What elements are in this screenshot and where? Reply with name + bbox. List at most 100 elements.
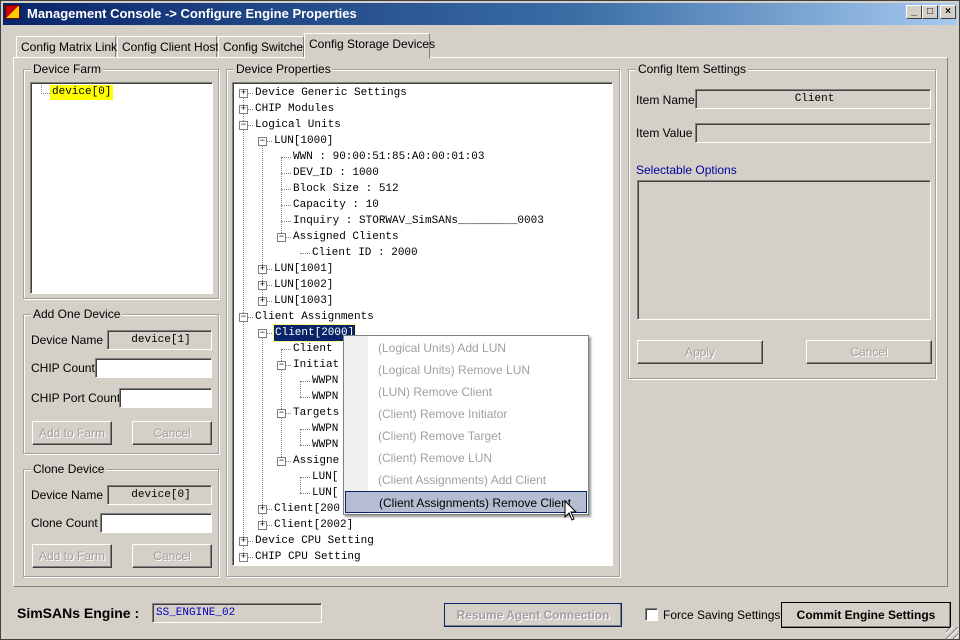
tree-node[interactable]: CHIP CPU Setting [255,549,361,565]
tree-node[interactable]: Capacity : 10 [293,197,379,213]
tree-node[interactable]: LUN[1000] [274,133,333,149]
app-icon[interactable] [5,5,20,19]
clone-count-input[interactable] [100,513,212,533]
tree-node[interactable]: WWPN [312,421,338,437]
device-farm-list[interactable]: device[0] [30,82,213,294]
tab-config-matrix-links[interactable]: Config Matrix Links [16,36,123,58]
item-name-label: Item Name [636,93,695,107]
collapse-icon[interactable]: − [258,329,267,338]
tree-node[interactable]: LUN[ [312,485,338,501]
selectable-options-label: Selectable Options [636,163,737,177]
tree-node[interactable]: Assigne [293,453,339,469]
tree-node[interactable]: LUN[1001] [274,261,333,277]
config-item-legend: Config Item Settings [636,62,749,76]
expand-icon[interactable]: + [239,553,248,562]
commit-engine-button[interactable]: Commit Engine Settings [781,602,951,628]
tree-node[interactable]: Client[2002] [274,517,353,533]
chip-count-label: CHIP Count [31,361,95,375]
expand-icon[interactable]: + [258,521,267,530]
tree-node[interactable]: LUN[1003] [274,293,333,309]
context-menu-item[interactable]: (Client Assignments) Add Client [345,469,587,491]
expand-icon[interactable]: + [258,297,267,306]
force-saving-checkbox[interactable] [645,608,658,621]
force-saving-label: Force Saving Settings [663,608,781,622]
tree-node[interactable]: WWPN [312,389,338,405]
context-menu-item[interactable]: (Logical Units) Add LUN [345,337,587,359]
tree-node[interactable]: Block Size : 512 [293,181,399,197]
add-device-cancel-button[interactable]: Cancel [132,421,212,445]
resume-agent-button[interactable]: Resume Agent Connection [444,603,622,627]
close-button[interactable]: × [940,5,956,19]
chip-port-count-input[interactable] [119,388,212,408]
tree-node[interactable]: Logical Units [255,117,341,133]
main-window: Management Console -> Configure Engine P… [0,0,960,640]
tree-node[interactable]: Inquiry : STORWAV_SimSANs_________0003 [293,213,544,229]
context-menu-item[interactable]: (Logical Units) Remove LUN [345,359,587,381]
engine-label: SimSANs Engine : [17,605,140,621]
context-menu-item[interactable]: (Client Assignments) Remove Client [345,491,587,513]
maximize-button[interactable]: □ [922,5,938,19]
tree-node[interactable]: Assigned Clients [293,229,399,245]
item-value-field[interactable] [695,123,931,143]
mouse-cursor-icon [564,500,578,521]
minimize-button[interactable]: _ [906,5,922,19]
add-device-name-field[interactable]: device[1] [107,330,212,350]
collapse-icon[interactable]: − [277,457,286,466]
tree-node[interactable]: WWPN [312,437,338,453]
tree-node[interactable]: Client ID : 2000 [312,245,418,261]
tree-node[interactable]: Client [293,341,333,357]
collapse-icon[interactable]: − [258,137,267,146]
collapse-icon[interactable]: − [239,313,248,322]
window-title: Management Console -> Configure Engine P… [27,6,357,21]
config-cancel-button[interactable]: Cancel [806,340,932,364]
expand-icon[interactable]: + [258,505,267,514]
context-menu: (Logical Units) Add LUN (Logical Units) R… [343,335,589,515]
tree-node[interactable]: Client Assignments [255,309,374,325]
tree-node[interactable]: Initiat [293,357,339,373]
clone-device-name-field[interactable]: device[0] [107,485,212,505]
tab-config-client-hosts[interactable]: Config Client Hosts [117,36,225,58]
resize-grip[interactable] [946,627,958,639]
title-bar[interactable]: Management Console -> Configure Engine P… [3,3,957,25]
add-to-farm-button[interactable]: Add to Farm [32,421,112,445]
chip-count-input[interactable] [95,358,212,378]
tree-node[interactable]: Device Generic Settings [255,85,407,101]
context-menu-item[interactable]: (Client) Remove LUN [345,447,587,469]
tree-node[interactable]: LUN[ [312,469,338,485]
tree-node[interactable]: Targets [293,405,339,421]
tree-node[interactable]: DEV_ID : 1000 [293,165,379,181]
tab-config-storage-devices[interactable]: Config Storage Devices [304,33,435,59]
expand-icon[interactable]: + [239,89,248,98]
expand-icon[interactable]: + [258,281,267,290]
expand-icon[interactable]: + [239,537,248,546]
clone-add-to-farm-button[interactable]: Add to Farm [32,544,112,568]
context-menu-item[interactable]: (LUN) Remove Client [345,381,587,403]
collapse-icon[interactable]: − [239,121,248,130]
item-name-field[interactable]: Client [695,89,931,109]
engine-field[interactable]: SS_ENGINE_02 [152,603,322,623]
add-device-legend: Add One Device [31,307,123,321]
device-farm-item[interactable]: device[0] [50,85,114,100]
collapse-icon[interactable]: − [277,409,286,418]
context-menu-item[interactable]: (Client) Remove Initiator [345,403,587,425]
device-farm-legend: Device Farm [31,62,104,76]
expand-icon[interactable]: + [258,265,267,274]
apply-button[interactable]: Apply [637,340,763,364]
tab-config-switches[interactable]: Config Switches [218,36,309,58]
add-device-name-label: Device Name [31,333,104,347]
collapse-icon[interactable]: − [277,233,286,242]
tree-node[interactable]: Device CPU Setting [255,533,374,549]
clone-cancel-button[interactable]: Cancel [132,544,212,568]
device-properties-legend: Device Properties [234,62,333,76]
tree-node[interactable]: LUN[1002] [274,277,333,293]
tree-node[interactable]: WWPN [312,373,338,389]
tree-node[interactable]: WWN : 90:00:51:85:A0:00:01:03 [293,149,484,165]
clone-count-label: Clone Count [31,516,98,530]
selectable-options-list[interactable] [637,180,931,320]
context-menu-item[interactable]: (Client) Remove Target [345,425,587,447]
clone-device-name-label: Device Name [31,488,104,502]
tree-node[interactable]: Client[200 [274,501,340,517]
tree-node[interactable]: CHIP Modules [255,101,334,117]
collapse-icon[interactable]: − [277,361,286,370]
expand-icon[interactable]: + [239,105,248,114]
